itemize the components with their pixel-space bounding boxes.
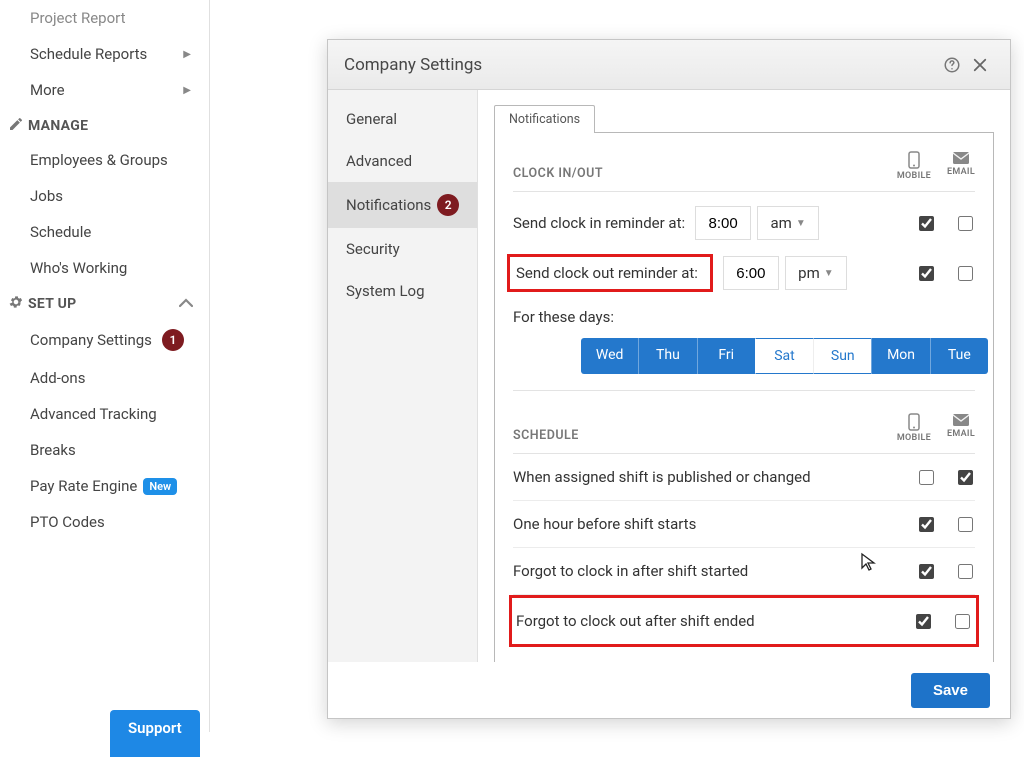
clock-in-mobile-checkbox[interactable]: [919, 216, 934, 231]
day-tue[interactable]: Tue: [930, 338, 988, 374]
email-column-icon: EMAIL: [947, 413, 975, 443]
tab-notifications[interactable]: Notifications: [494, 105, 595, 133]
hour-before-email-checkbox[interactable]: [958, 517, 973, 532]
sidebar-item-project-report[interactable]: Project Report: [0, 0, 209, 36]
sidebar-header-setup[interactable]: SET UP: [0, 286, 209, 320]
close-icon[interactable]: [966, 51, 994, 79]
sidebar-item-more[interactable]: More▶: [0, 72, 209, 108]
chevron-down-icon: ▼: [796, 218, 806, 229]
new-badge: New: [143, 478, 177, 495]
modal-nav-advanced[interactable]: Advanced: [328, 140, 477, 182]
day-selector: Wed Thu Fri Sat Sun Mon Tue: [581, 338, 988, 374]
modal-title: Company Settings: [344, 55, 482, 75]
chevron-right-icon: ▶: [183, 49, 191, 60]
modal-footer: Save: [328, 662, 1010, 718]
clock-out-label: Send clock out reminder at:: [507, 254, 713, 292]
shift-published-mobile-checkbox[interactable]: [919, 470, 934, 485]
modal-nav-security[interactable]: Security: [328, 228, 477, 270]
day-mon[interactable]: Mon: [871, 338, 929, 374]
day-fri[interactable]: Fri: [697, 338, 755, 374]
clock-out-period-select[interactable]: pm▼: [785, 256, 847, 290]
chevron-down-icon: ▼: [824, 268, 834, 279]
sidebar-item-company-settings[interactable]: Company Settings1: [0, 320, 209, 360]
clock-in-period-select[interactable]: am▼: [757, 206, 819, 240]
clock-out-mobile-checkbox[interactable]: [919, 266, 934, 281]
notifications-panel: CLOCK IN/OUT MOBILE EMAIL Send: [494, 132, 994, 662]
row-clock-in-reminder: Send clock in reminder at: am▼: [513, 192, 975, 250]
pencil-icon: [8, 116, 24, 136]
row-clock-out-reminder: Send clock out reminder at: pm▼: [513, 250, 975, 302]
save-button[interactable]: Save: [911, 673, 990, 708]
sidebar-item-whos-working[interactable]: Who's Working: [0, 250, 209, 286]
gear-icon: [8, 294, 24, 314]
sidebar-item-schedule-reports[interactable]: Schedule Reports▶: [0, 36, 209, 72]
mobile-column-icon: MOBILE: [897, 413, 931, 443]
chevron-right-icon: ▶: [183, 85, 191, 96]
sidebar-item-jobs[interactable]: Jobs: [0, 178, 209, 214]
hour-before-mobile-checkbox[interactable]: [919, 517, 934, 532]
row-employee-not-clocked-in: Employee hasn't clocked in after shift s…: [513, 647, 975, 662]
sidebar-item-pto-codes[interactable]: PTO Codes: [0, 504, 209, 540]
sidebar-item-breaks[interactable]: Breaks: [0, 432, 209, 468]
sidebar-item-advanced-tracking[interactable]: Advanced Tracking: [0, 396, 209, 432]
forgot-out-email-checkbox[interactable]: [955, 614, 970, 629]
section-schedule-heading: SCHEDULE MOBILE EMAIL: [513, 413, 975, 443]
sidebar-header-manage: MANAGE: [0, 108, 209, 142]
modal-nav: General Advanced Notifications2 Security…: [328, 90, 478, 662]
mobile-column-icon: MOBILE: [897, 151, 931, 181]
help-icon[interactable]: [938, 51, 966, 79]
day-thu[interactable]: Thu: [638, 338, 696, 374]
row-forgot-clock-out: Forgot to clock out after shift ended: [509, 595, 979, 647]
modal-header: Company Settings: [328, 40, 1010, 90]
row-forgot-clock-in: Forgot to clock in after shift started: [513, 548, 975, 595]
company-settings-modal: Company Settings General Advanced Notifi…: [327, 39, 1011, 719]
clock-in-time-input[interactable]: [695, 206, 751, 240]
day-wed[interactable]: Wed: [581, 338, 638, 374]
modal-nav-system-log[interactable]: System Log: [328, 270, 477, 312]
clock-out-email-checkbox[interactable]: [958, 266, 973, 281]
email-column-icon: EMAIL: [947, 151, 975, 181]
day-sun[interactable]: Sun: [813, 338, 871, 374]
forgot-in-mobile-checkbox[interactable]: [919, 564, 934, 579]
row-shift-published: When assigned shift is published or chan…: [513, 454, 975, 501]
modal-nav-general[interactable]: General: [328, 98, 477, 140]
step-badge-1: 1: [162, 329, 184, 351]
forgot-out-mobile-checkbox[interactable]: [916, 614, 931, 629]
sidebar-item-pay-rate-engine[interactable]: Pay Rate EngineNew: [0, 468, 209, 504]
clock-out-time-input[interactable]: [723, 256, 779, 290]
forgot-in-email-checkbox[interactable]: [958, 564, 973, 579]
shift-published-email-checkbox[interactable]: [958, 470, 973, 485]
step-badge-2: 2: [437, 194, 459, 216]
clock-in-label: Send clock in reminder at:: [513, 214, 685, 232]
sidebar-item-addons[interactable]: Add-ons: [0, 360, 209, 396]
sidebar-item-employees-groups[interactable]: Employees & Groups: [0, 142, 209, 178]
chevron-up-icon: [179, 296, 193, 312]
employee-not-clocked-label: Employee hasn't clocked in after shift s…: [513, 661, 919, 662]
modal-nav-notifications[interactable]: Notifications2: [328, 182, 477, 228]
row-hour-before-shift: One hour before shift starts: [513, 501, 975, 548]
day-sat[interactable]: Sat: [755, 338, 813, 374]
days-label: For these days:: [513, 302, 975, 326]
section-clock-heading: CLOCK IN/OUT MOBILE EMAIL: [513, 151, 975, 181]
clock-in-email-checkbox[interactable]: [958, 216, 973, 231]
sidebar-item-schedule[interactable]: Schedule: [0, 214, 209, 250]
support-button[interactable]: Support: [110, 710, 200, 757]
